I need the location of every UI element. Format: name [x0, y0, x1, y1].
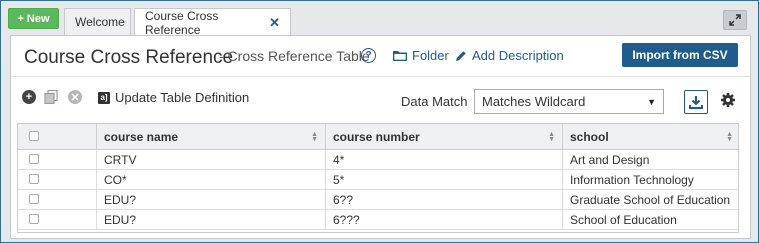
tab-welcome-label: Welcome: [75, 15, 125, 29]
table-row[interactable]: EDU? 6?? Graduate School of Education: [18, 190, 738, 210]
course-number-cell: 4*: [326, 150, 563, 170]
header-course-number-label: course number: [333, 130, 420, 144]
row-select-cell: [18, 150, 97, 170]
course-number-cell: 6??: [326, 190, 563, 210]
header-select-all: [18, 124, 97, 150]
sort-icon: ▲ ▼: [311, 131, 318, 143]
folder-link[interactable]: Folder: [393, 48, 449, 63]
course-name-cell: EDU?: [97, 210, 326, 230]
row-checkbox[interactable]: [29, 214, 39, 224]
folder-icon: [393, 51, 407, 61]
chevron-down-icon: ▼: [647, 96, 656, 107]
school-cell: Art and Design: [563, 150, 738, 170]
row-select-cell: [18, 170, 97, 190]
folder-label: Folder: [412, 48, 449, 63]
download-button[interactable]: [684, 90, 708, 114]
download-icon: [689, 96, 703, 109]
school-cell: School of Education: [563, 210, 738, 230]
update-table-definition-button[interactable]: a] Update Table Definition: [98, 90, 249, 105]
import-csv-button[interactable]: Import from CSV: [622, 43, 738, 67]
add-description-link[interactable]: Add Description: [455, 48, 564, 63]
gear-icon[interactable]: [720, 92, 736, 108]
select-all-checkbox[interactable]: [29, 131, 39, 141]
table-row[interactable]: CO* 5* Information Technology: [18, 170, 738, 190]
course-number-cell: 5*: [326, 170, 563, 190]
expand-icon: [729, 14, 741, 26]
school-cell: Graduate School of Education: [563, 190, 738, 210]
data-match-label: Data Match: [401, 94, 468, 109]
new-button[interactable]: + New: [8, 8, 59, 29]
page-title: Course Cross Reference: [24, 47, 234, 68]
expand-button[interactable]: [723, 10, 747, 30]
header-course-name[interactable]: course name ▲ ▼: [97, 124, 326, 150]
plus-circle-icon[interactable]: +: [22, 90, 36, 104]
add-description-label: Add Description: [472, 48, 564, 63]
table-row[interactable]: EDU? 6??? School of Education: [18, 210, 738, 230]
course-name-cell: CO*: [97, 170, 326, 190]
course-number-cell: 6???: [326, 210, 563, 230]
data-match-select[interactable]: Matches Wildcard ▼: [474, 89, 664, 114]
data-match-value: Matches Wildcard: [482, 94, 586, 109]
row-select-cell: [18, 190, 97, 210]
sort-icon: ▲ ▼: [726, 131, 733, 143]
title-row: Course Cross Reference - Cross Reference…: [11, 36, 750, 76]
pencil-icon: [456, 50, 466, 61]
toolbar: + ✕ a] Update Table Definition Data Matc…: [11, 77, 750, 121]
row-checkbox[interactable]: [29, 174, 39, 184]
remove-circle-icon[interactable]: ✕: [68, 90, 82, 104]
definition-icon: a]: [98, 91, 110, 104]
sort-icon: ▲ ▼: [548, 131, 555, 143]
tab-course-cross-reference[interactable]: Course Cross Reference ✕: [134, 8, 291, 37]
row-select-cell: [18, 210, 97, 230]
page-subtitle: - Cross Reference Table: [219, 48, 370, 64]
header-course-number[interactable]: course number ▲ ▼: [326, 124, 563, 150]
cross-reference-table: course name ▲ ▼ course number ▲ ▼ school ▲…: [17, 123, 739, 233]
course-name-cell: CRTV: [97, 150, 326, 170]
table-header: course name ▲ ▼ course number ▲ ▼ school ▲…: [18, 124, 738, 150]
row-checkbox[interactable]: [29, 154, 39, 164]
header-course-name-label: course name: [104, 130, 179, 144]
table-row[interactable]: CRTV 4* Art and Design: [18, 150, 738, 170]
close-icon[interactable]: ✕: [269, 15, 280, 31]
school-cell: Information Technology: [563, 170, 738, 190]
header-school-label: school: [570, 130, 609, 144]
tab-bar: + New Welcome Course Cross Reference ✕: [1, 1, 758, 37]
update-table-definition-label: Update Table Definition: [115, 90, 250, 105]
tab-course-cross-reference-label: Course Cross Reference: [145, 8, 219, 37]
tab-welcome[interactable]: Welcome: [64, 8, 131, 35]
copy-icon[interactable]: [44, 90, 58, 104]
main-panel: Course Cross Reference - Cross Reference…: [10, 35, 751, 239]
course-name-cell: EDU?: [97, 190, 326, 210]
app-frame: + New Welcome Course Cross Reference ✕ C…: [0, 0, 759, 243]
row-checkbox[interactable]: [29, 194, 39, 204]
help-icon[interactable]: ?: [361, 48, 376, 63]
header-school[interactable]: school ▲ ▼: [563, 124, 738, 150]
